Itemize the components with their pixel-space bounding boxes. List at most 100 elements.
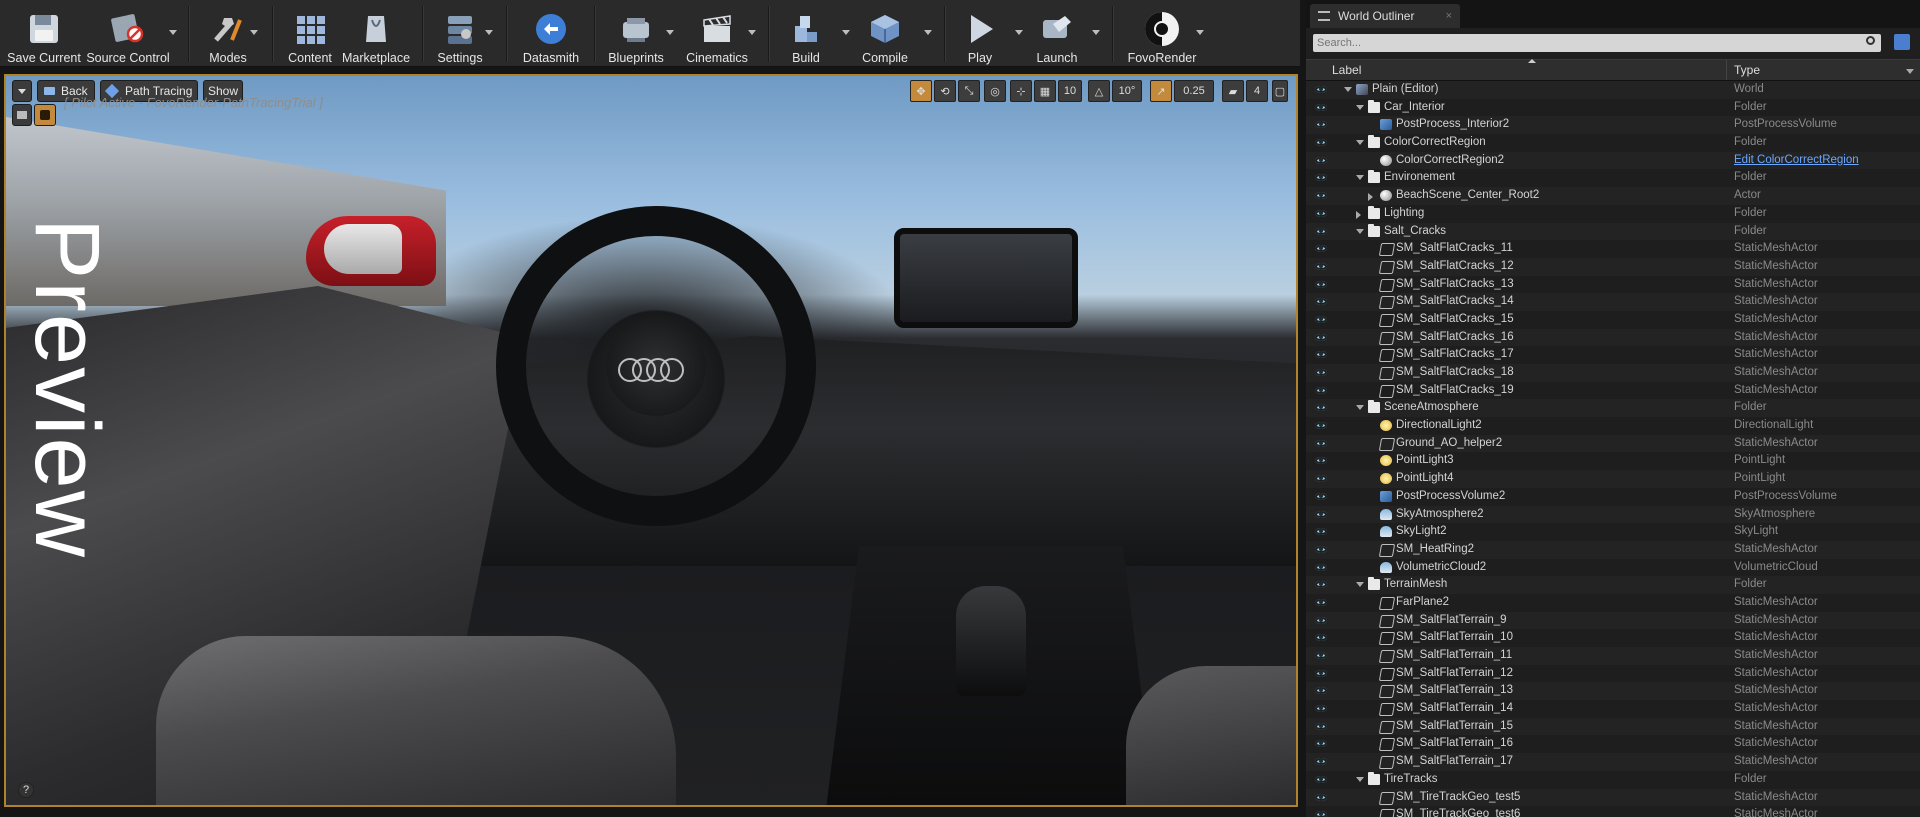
visibility-eye-icon[interactable] <box>1315 386 1327 394</box>
cinematics-button[interactable]: Cinematics <box>682 0 752 66</box>
collapse-arrow-icon[interactable] <box>1344 87 1352 92</box>
play-button[interactable]: Play <box>950 0 1010 66</box>
modes-dropdown-icon[interactable] <box>250 30 258 35</box>
source-control-button[interactable]: Source Control <box>86 0 170 66</box>
scale-snap-value[interactable]: 0.25 <box>1174 80 1214 102</box>
collapse-arrow-icon[interactable] <box>1356 140 1364 146</box>
outliner-row[interactable]: SM_HeatRing2 StaticMeshActor <box>1306 540 1920 559</box>
visibility-eye-icon[interactable] <box>1315 333 1327 341</box>
collapse-arrow-icon[interactable] <box>1356 175 1364 181</box>
visibility-eye-icon[interactable] <box>1315 793 1327 801</box>
visibility-eye-icon[interactable] <box>1315 634 1327 642</box>
tab-world-outliner[interactable]: World Outliner × <box>1310 4 1460 28</box>
outliner-row[interactable]: Environement Folder <box>1306 169 1920 188</box>
visibility-eye-icon[interactable] <box>1315 192 1327 200</box>
visibility-eye-icon[interactable] <box>1315 439 1327 447</box>
outliner-row[interactable]: SM_SaltFlatTerrain_14 StaticMeshActor <box>1306 700 1920 718</box>
outliner-row[interactable]: SM_SaltFlatCracks_17 StaticMeshActor <box>1306 346 1920 364</box>
type-column-dropdown-icon[interactable] <box>1906 69 1914 74</box>
visibility-eye-icon[interactable] <box>1315 351 1327 359</box>
outliner-row[interactable]: Ground_AO_helper2 StaticMeshActor <box>1306 434 1920 453</box>
blueprints-dropdown-icon[interactable] <box>666 30 674 35</box>
visibility-eye-icon[interactable] <box>1315 404 1327 412</box>
rotation-snap-value[interactable]: 10° <box>1112 80 1142 102</box>
visibility-eye-icon[interactable] <box>1315 209 1327 217</box>
visibility-eye-icon[interactable] <box>1315 86 1327 93</box>
visibility-eye-icon[interactable] <box>1315 298 1327 306</box>
outliner-row[interactable]: SM_SaltFlatCracks_19 StaticMeshActor <box>1306 381 1920 400</box>
outliner-row[interactable]: SM_SaltFlatTerrain_9 StaticMeshActor <box>1306 611 1920 630</box>
visibility-eye-icon[interactable] <box>1315 616 1327 624</box>
settings-button[interactable]: Settings <box>430 0 490 66</box>
outliner-row[interactable]: SM_SaltFlatTerrain_10 StaticMeshActor <box>1306 629 1920 647</box>
launch-dropdown-icon[interactable] <box>1092 30 1100 35</box>
outliner-row[interactable]: SM_SaltFlatTerrain_15 StaticMeshActor <box>1306 717 1920 736</box>
outliner-row[interactable]: FarPlane2 StaticMeshActor <box>1306 593 1920 612</box>
outliner-row[interactable]: Plain (Editor) World <box>1306 81 1920 99</box>
visibility-eye-icon[interactable] <box>1315 492 1327 500</box>
outliner-row[interactable]: SM_SaltFlatCracks_14 StaticMeshActor <box>1306 293 1920 311</box>
edit-actor-link[interactable]: Edit ColorCorrectRegion <box>1734 152 1859 170</box>
visibility-eye-icon[interactable] <box>1315 545 1327 553</box>
collapse-arrow-icon[interactable] <box>1356 228 1364 234</box>
label-column-header[interactable]: Label <box>1332 63 1361 77</box>
visibility-eye-icon[interactable] <box>1315 740 1327 748</box>
visibility-eye-icon[interactable] <box>1315 103 1327 111</box>
pilot-actor-button[interactable] <box>34 104 56 126</box>
outliner-row[interactable]: SceneAtmosphere Folder <box>1306 399 1920 418</box>
content-button[interactable]: Content <box>282 0 338 66</box>
visibility-eye-icon[interactable] <box>1315 563 1327 571</box>
modes-button[interactable]: Modes <box>200 0 256 66</box>
outliner-row[interactable]: SM_SaltFlatCracks_11 StaticMeshActor <box>1306 240 1920 258</box>
visibility-eye-icon[interactable] <box>1315 705 1327 713</box>
visibility-eye-icon[interactable] <box>1315 262 1327 270</box>
outliner-row[interactable]: SM_SaltFlatTerrain_12 StaticMeshActor <box>1306 664 1920 683</box>
marketplace-button[interactable]: Marketplace <box>340 0 412 66</box>
outliner-row[interactable]: SM_TireTrackGeo_test6 StaticMeshActor <box>1306 806 1920 817</box>
visibility-eye-icon[interactable] <box>1315 156 1327 164</box>
visibility-eye-icon[interactable] <box>1315 528 1327 536</box>
collapse-arrow-icon[interactable] <box>1356 104 1364 110</box>
camera-speed-icon[interactable]: ▰ <box>1222 80 1244 102</box>
column-divider[interactable] <box>1726 60 1727 80</box>
visibility-eye-icon[interactable] <box>1315 227 1327 235</box>
outliner-row[interactable]: SM_SaltFlatTerrain_11 StaticMeshActor <box>1306 647 1920 665</box>
save-current-button[interactable]: Save Current <box>6 0 82 66</box>
outliner-row[interactable]: SM_SaltFlatTerrain_17 StaticMeshActor <box>1306 753 1920 771</box>
translate-tool-icon[interactable]: ✥ <box>910 80 932 102</box>
visibility-eye-icon[interactable] <box>1315 457 1327 465</box>
fovorender-dropdown-icon[interactable] <box>1196 30 1204 35</box>
outliner-row[interactable]: PointLight4 PointLight <box>1306 470 1920 488</box>
visibility-eye-icon[interactable] <box>1315 669 1327 677</box>
source-control-dropdown-icon[interactable] <box>169 30 177 35</box>
rotation-snap-icon[interactable]: △ <box>1088 80 1110 102</box>
blueprints-button[interactable]: Blueprints <box>600 0 672 66</box>
visibility-eye-icon[interactable] <box>1315 280 1327 288</box>
visibility-eye-icon[interactable] <box>1315 139 1327 147</box>
help-icon[interactable]: ? <box>18 782 34 798</box>
outliner-row[interactable]: Car_Interior Folder <box>1306 98 1920 117</box>
collapse-arrow-icon[interactable] <box>1356 776 1364 782</box>
collapse-arrow-icon[interactable] <box>1356 405 1364 411</box>
outliner-row[interactable]: SM_SaltFlatCracks_15 StaticMeshActor <box>1306 310 1920 329</box>
visibility-eye-icon[interactable] <box>1315 245 1327 253</box>
build-dropdown-icon[interactable] <box>842 30 850 35</box>
outliner-row[interactable]: ColorCorrectRegion Folder <box>1306 134 1920 152</box>
outliner-search-input[interactable] <box>1313 34 1881 52</box>
datasmith-button[interactable]: Datasmith <box>516 0 586 66</box>
level-viewport[interactable]: Preview Back Path Tracing Show [ Pilot A… <box>4 74 1298 807</box>
outliner-row[interactable]: SkyLight2 SkyLight <box>1306 523 1920 541</box>
outliner-row[interactable]: TerrainMesh Folder <box>1306 576 1920 594</box>
maximize-viewport-icon[interactable]: ▢ <box>1272 80 1288 102</box>
visibility-eye-icon[interactable] <box>1315 598 1327 606</box>
outliner-row[interactable]: DirectionalLight2 DirectionalLight <box>1306 417 1920 435</box>
outliner-row[interactable]: BeachScene_Center_Root2 Actor <box>1306 187 1920 205</box>
settings-dropdown-icon[interactable] <box>485 30 493 35</box>
outliner-row[interactable]: SM_SaltFlatCracks_13 StaticMeshActor <box>1306 275 1920 294</box>
outliner-row[interactable]: PointLight3 PointLight <box>1306 452 1920 471</box>
close-tab-icon[interactable]: × <box>1446 10 1452 22</box>
outliner-row[interactable]: SM_TireTrackGeo_test5 StaticMeshActor <box>1306 788 1920 807</box>
pilot-eject-button[interactable] <box>12 104 32 126</box>
outliner-row[interactable]: PostProcessVolume2 PostProcessVolume <box>1306 487 1920 506</box>
collapse-arrow-icon[interactable] <box>1356 582 1364 588</box>
